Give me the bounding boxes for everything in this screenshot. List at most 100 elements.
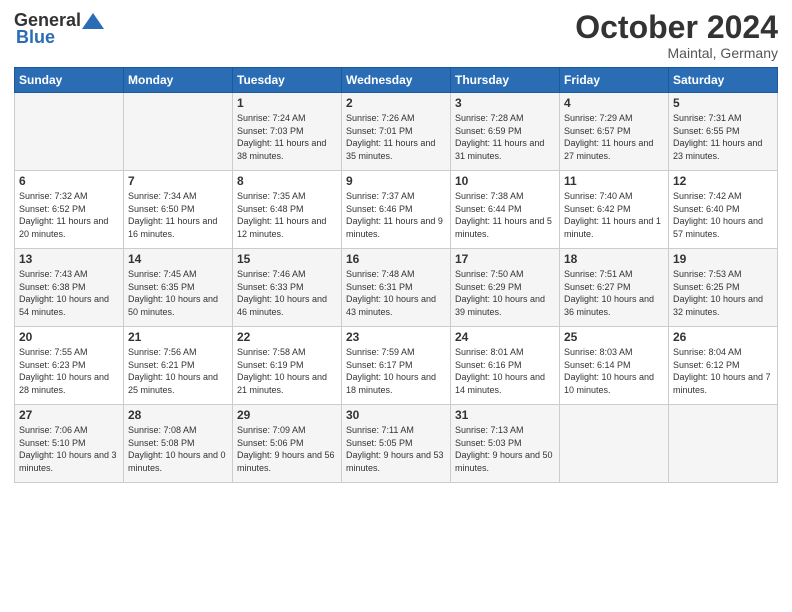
day-info: Sunrise: 7:06 AM Sunset: 5:10 PM Dayligh… (19, 424, 119, 474)
page-container: General Blue October 2024 Maintal, Germa… (0, 0, 792, 493)
day-number: 8 (237, 174, 337, 188)
day-info: Sunrise: 7:13 AM Sunset: 5:03 PM Dayligh… (455, 424, 555, 474)
calendar-cell: 17 Sunrise: 7:50 AM Sunset: 6:29 PM Dayli… (451, 249, 560, 327)
day-info: Sunrise: 7:34 AM Sunset: 6:50 PM Dayligh… (128, 190, 228, 240)
calendar-cell: 7 Sunrise: 7:34 AM Sunset: 6:50 PM Daylig… (124, 171, 233, 249)
day-number: 19 (673, 252, 773, 266)
day-number: 20 (19, 330, 119, 344)
day-info: Sunrise: 7:08 AM Sunset: 5:08 PM Dayligh… (128, 424, 228, 474)
calendar-cell: 6 Sunrise: 7:32 AM Sunset: 6:52 PM Daylig… (15, 171, 124, 249)
day-info: Sunrise: 7:46 AM Sunset: 6:33 PM Dayligh… (237, 268, 337, 318)
calendar-cell (124, 93, 233, 171)
calendar-week-row: 6 Sunrise: 7:32 AM Sunset: 6:52 PM Daylig… (15, 171, 778, 249)
weekday-header-saturday: Saturday (669, 68, 778, 93)
calendar-cell: 9 Sunrise: 7:37 AM Sunset: 6:46 PM Daylig… (342, 171, 451, 249)
logo: General Blue (14, 10, 105, 48)
day-info: Sunrise: 7:56 AM Sunset: 6:21 PM Dayligh… (128, 346, 228, 396)
calendar-cell: 23 Sunrise: 7:59 AM Sunset: 6:17 PM Dayli… (342, 327, 451, 405)
day-info: Sunrise: 7:35 AM Sunset: 6:48 PM Dayligh… (237, 190, 337, 240)
calendar-cell: 31Sunrise: 7:13 AM Sunset: 5:03 PM Dayli… (451, 405, 560, 483)
page-header: General Blue October 2024 Maintal, Germa… (14, 10, 778, 61)
day-number: 25 (564, 330, 664, 344)
calendar-cell: 20 Sunrise: 7:55 AM Sunset: 6:23 PM Dayli… (15, 327, 124, 405)
calendar-week-row: 1 Sunrise: 7:24 AM Sunset: 7:03 PM Daylig… (15, 93, 778, 171)
day-number: 29 (237, 408, 337, 422)
calendar-cell (560, 405, 669, 483)
day-info: Sunrise: 7:26 AM Sunset: 7:01 PM Dayligh… (346, 112, 446, 162)
weekday-header-row: SundayMondayTuesdayWednesdayThursdayFrid… (15, 68, 778, 93)
day-number: 4 (564, 96, 664, 110)
calendar-cell: 28 Sunrise: 7:08 AM Sunset: 5:08 PM Dayli… (124, 405, 233, 483)
day-info: Sunrise: 8:04 AM Sunset: 6:12 PM Dayligh… (673, 346, 773, 396)
calendar-week-row: 13 Sunrise: 7:43 AM Sunset: 6:38 PM Dayli… (15, 249, 778, 327)
day-number: 21 (128, 330, 228, 344)
day-info: Sunrise: 7:24 AM Sunset: 7:03 PM Dayligh… (237, 112, 337, 162)
day-number: 18 (564, 252, 664, 266)
day-info: Sunrise: 7:37 AM Sunset: 6:46 PM Dayligh… (346, 190, 446, 240)
day-number: 10 (455, 174, 555, 188)
day-info: Sunrise: 7:28 AM Sunset: 6:59 PM Dayligh… (455, 112, 555, 162)
day-number: 3 (455, 96, 555, 110)
day-info: Sunrise: 7:43 AM Sunset: 6:38 PM Dayligh… (19, 268, 119, 318)
day-number: 16 (346, 252, 446, 266)
calendar-cell: 3 Sunrise: 7:28 AM Sunset: 6:59 PM Daylig… (451, 93, 560, 171)
calendar-cell: 14Sunrise: 7:45 AM Sunset: 6:35 PM Dayli… (124, 249, 233, 327)
weekday-header-tuesday: Tuesday (233, 68, 342, 93)
day-number: 1 (237, 96, 337, 110)
day-number: 22 (237, 330, 337, 344)
calendar-cell: 2 Sunrise: 7:26 AM Sunset: 7:01 PM Daylig… (342, 93, 451, 171)
day-info: Sunrise: 7:58 AM Sunset: 6:19 PM Dayligh… (237, 346, 337, 396)
day-number: 6 (19, 174, 119, 188)
calendar-table: SundayMondayTuesdayWednesdayThursdayFrid… (14, 67, 778, 483)
day-info: Sunrise: 7:11 AM Sunset: 5:05 PM Dayligh… (346, 424, 446, 474)
day-info: Sunrise: 7:50 AM Sunset: 6:29 PM Dayligh… (455, 268, 555, 318)
day-number: 9 (346, 174, 446, 188)
logo-icon (82, 13, 104, 29)
calendar-cell: 19 Sunrise: 7:53 AM Sunset: 6:25 PM Dayli… (669, 249, 778, 327)
day-number: 28 (128, 408, 228, 422)
day-number: 26 (673, 330, 773, 344)
weekday-header-thursday: Thursday (451, 68, 560, 93)
day-info: Sunrise: 7:29 AM Sunset: 6:57 PM Dayligh… (564, 112, 664, 162)
day-number: 7 (128, 174, 228, 188)
day-info: Sunrise: 7:55 AM Sunset: 6:23 PM Dayligh… (19, 346, 119, 396)
calendar-cell (15, 93, 124, 171)
day-info: Sunrise: 7:51 AM Sunset: 6:27 PM Dayligh… (564, 268, 664, 318)
day-info: Sunrise: 7:31 AM Sunset: 6:55 PM Dayligh… (673, 112, 773, 162)
day-number: 23 (346, 330, 446, 344)
day-info: Sunrise: 7:48 AM Sunset: 6:31 PM Dayligh… (346, 268, 446, 318)
day-info: Sunrise: 7:59 AM Sunset: 6:17 PM Dayligh… (346, 346, 446, 396)
calendar-cell: 24Sunrise: 8:01 AM Sunset: 6:16 PM Dayli… (451, 327, 560, 405)
calendar-cell: 21 Sunrise: 7:56 AM Sunset: 6:21 PM Dayli… (124, 327, 233, 405)
location: Maintal, Germany (575, 45, 778, 61)
calendar-cell: 13 Sunrise: 7:43 AM Sunset: 6:38 PM Dayli… (15, 249, 124, 327)
calendar-cell: 18 Sunrise: 7:51 AM Sunset: 6:27 PM Dayli… (560, 249, 669, 327)
day-number: 27 (19, 408, 119, 422)
day-info: Sunrise: 7:09 AM Sunset: 5:06 PM Dayligh… (237, 424, 337, 474)
day-info: Sunrise: 7:53 AM Sunset: 6:25 PM Dayligh… (673, 268, 773, 318)
day-number: 12 (673, 174, 773, 188)
day-info: Sunrise: 7:42 AM Sunset: 6:40 PM Dayligh… (673, 190, 773, 240)
day-info: Sunrise: 7:45 AM Sunset: 6:35 PM Dayligh… (128, 268, 228, 318)
weekday-header-sunday: Sunday (15, 68, 124, 93)
day-info: Sunrise: 7:40 AM Sunset: 6:42 PM Dayligh… (564, 190, 664, 240)
weekday-header-wednesday: Wednesday (342, 68, 451, 93)
calendar-week-row: 27 Sunrise: 7:06 AM Sunset: 5:10 PM Dayli… (15, 405, 778, 483)
calendar-week-row: 20 Sunrise: 7:55 AM Sunset: 6:23 PM Dayli… (15, 327, 778, 405)
day-info: Sunrise: 7:32 AM Sunset: 6:52 PM Dayligh… (19, 190, 119, 240)
calendar-cell: 29 Sunrise: 7:09 AM Sunset: 5:06 PM Dayli… (233, 405, 342, 483)
day-number: 17 (455, 252, 555, 266)
calendar-cell: 10Sunrise: 7:38 AM Sunset: 6:44 PM Dayli… (451, 171, 560, 249)
day-info: Sunrise: 8:03 AM Sunset: 6:14 PM Dayligh… (564, 346, 664, 396)
calendar-cell: 26 Sunrise: 8:04 AM Sunset: 6:12 PM Dayli… (669, 327, 778, 405)
calendar-cell: 25 Sunrise: 8:03 AM Sunset: 6:14 PM Dayli… (560, 327, 669, 405)
day-number: 2 (346, 96, 446, 110)
weekday-header-friday: Friday (560, 68, 669, 93)
calendar-cell: 4 Sunrise: 7:29 AM Sunset: 6:57 PM Daylig… (560, 93, 669, 171)
day-number: 13 (19, 252, 119, 266)
title-block: October 2024 Maintal, Germany (575, 10, 778, 61)
weekday-header-monday: Monday (124, 68, 233, 93)
calendar-cell: 5Sunrise: 7:31 AM Sunset: 6:55 PM Daylig… (669, 93, 778, 171)
day-number: 24 (455, 330, 555, 344)
calendar-cell: 12 Sunrise: 7:42 AM Sunset: 6:40 PM Dayli… (669, 171, 778, 249)
